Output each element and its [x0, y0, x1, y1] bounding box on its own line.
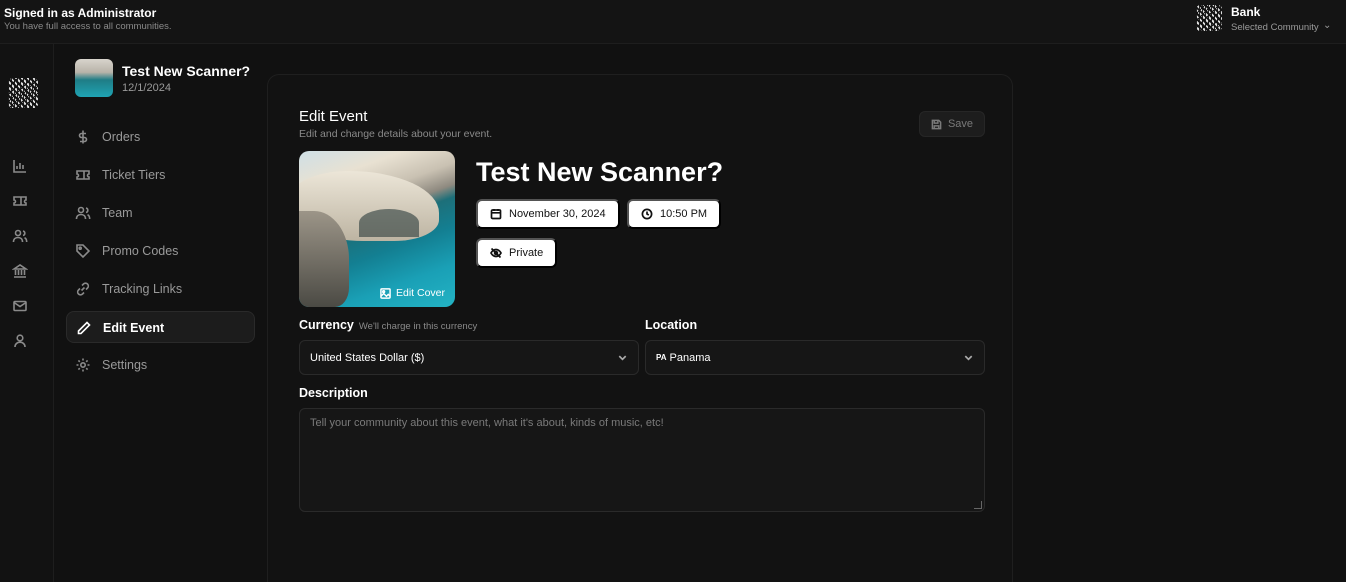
image-icon	[380, 287, 391, 299]
dollar-icon	[75, 129, 91, 145]
save-button-label: Save	[947, 118, 974, 130]
mail-icon[interactable]	[12, 298, 28, 314]
page-subtitle: Edit and change details about your event…	[299, 128, 493, 140]
link-icon	[75, 281, 91, 297]
visibility-label: Private	[509, 247, 544, 259]
edit-event-panel: Edit Event Edit and change details about…	[267, 74, 1013, 582]
chevron-down-icon	[963, 352, 974, 363]
page-title: Edit Event	[299, 108, 368, 125]
top-bar: Signed in as Administrator You have full…	[0, 0, 1346, 44]
edit-cover-label: Edit Cover	[396, 287, 446, 299]
date-label: November 30, 2024	[509, 208, 606, 220]
save-button[interactable]: Save	[919, 111, 985, 137]
location-label: Location	[645, 318, 698, 332]
currency-select[interactable]: United States Dollar ($)	[299, 340, 639, 375]
clock-icon	[641, 208, 653, 220]
event-thumbnail	[75, 59, 113, 97]
currency-value: United States Dollar ($)	[310, 351, 425, 364]
event-cover-image[interactable]: Edit Cover	[299, 151, 455, 307]
visibility-toggle-button[interactable]: Private	[476, 238, 558, 268]
sidebar-item-label: Ticket Tiers	[102, 168, 166, 182]
ticket-icon[interactable]	[12, 193, 28, 209]
sidebar-item-tracking-links[interactable]: Tracking Links	[66, 273, 255, 305]
users-icon[interactable]	[12, 228, 28, 244]
time-label: 10:50 PM	[660, 208, 708, 220]
location-value: Panama	[669, 351, 711, 364]
currency-label: Currency We'll charge in this currency	[299, 318, 478, 332]
sidebar-item-label: Settings	[102, 358, 148, 372]
description-textarea[interactable]: Tell your community about this event, wh…	[299, 408, 985, 512]
sidebar-item-label: Tracking Links	[102, 282, 183, 296]
community-avatar	[1196, 5, 1222, 31]
ticket-icon	[75, 167, 91, 183]
sidebar-item-promo-codes[interactable]: Promo Codes	[66, 235, 255, 267]
community-switcher[interactable]: Bank Selected Community ⌄	[1194, 4, 1342, 36]
chevron-down-icon: ⌄	[1323, 20, 1332, 31]
currency-hint: We'll charge in this currency	[358, 321, 478, 332]
time-picker-button[interactable]: 10:50 PM	[627, 199, 722, 229]
icon-rail	[0, 44, 54, 582]
sidebar-item-orders[interactable]: Orders	[66, 121, 255, 153]
calendar-icon	[490, 209, 502, 220]
community-name: Bank	[1231, 5, 1261, 19]
user-icon[interactable]	[12, 333, 28, 349]
community-label: Selected Community	[1231, 22, 1319, 33]
sidebar-item-ticket-tiers[interactable]: Ticket Tiers	[66, 159, 255, 191]
pencil-icon	[76, 320, 92, 336]
tag-icon	[75, 243, 91, 259]
edit-cover-button[interactable]: Edit Cover	[380, 287, 445, 299]
bank-icon[interactable]	[11, 263, 29, 279]
signed-in-subtitle: You have full access to all communities.	[4, 21, 172, 32]
users-icon	[75, 205, 91, 221]
gear-icon	[75, 357, 91, 373]
sidebar-item-label: Team	[102, 206, 133, 220]
chart-icon[interactable]	[12, 158, 28, 174]
sidebar-item-label: Promo Codes	[102, 244, 179, 258]
save-icon	[931, 119, 942, 129]
eye-off-icon	[490, 247, 502, 259]
date-picker-button[interactable]: November 30, 2024	[476, 199, 620, 229]
resize-handle[interactable]	[974, 501, 982, 509]
description-label: Description	[299, 386, 368, 400]
description-placeholder: Tell your community about this event, wh…	[310, 417, 664, 429]
sidebar-item-label: Orders	[102, 130, 141, 144]
flag-icon: PA	[656, 353, 667, 362]
event-name: Test New Scanner?	[122, 63, 251, 79]
signed-in-title: Signed in as Administrator	[4, 6, 157, 20]
chevron-down-icon	[617, 352, 628, 363]
community-logo[interactable]	[8, 78, 38, 108]
event-date: 12/1/2024	[122, 82, 171, 94]
sidebar-item-settings[interactable]: Settings	[66, 349, 255, 381]
location-select[interactable]: PA Panama	[645, 340, 985, 375]
sidebar-item-edit-event[interactable]: Edit Event	[66, 311, 255, 343]
event-title[interactable]: Test New Scanner?	[476, 157, 723, 188]
sidebar-item-team[interactable]: Team	[66, 197, 255, 229]
event-sidebar: Test New Scanner? 12/1/2024 Orders Ticke…	[54, 44, 267, 582]
sidebar-item-label: Edit Event	[103, 321, 165, 335]
